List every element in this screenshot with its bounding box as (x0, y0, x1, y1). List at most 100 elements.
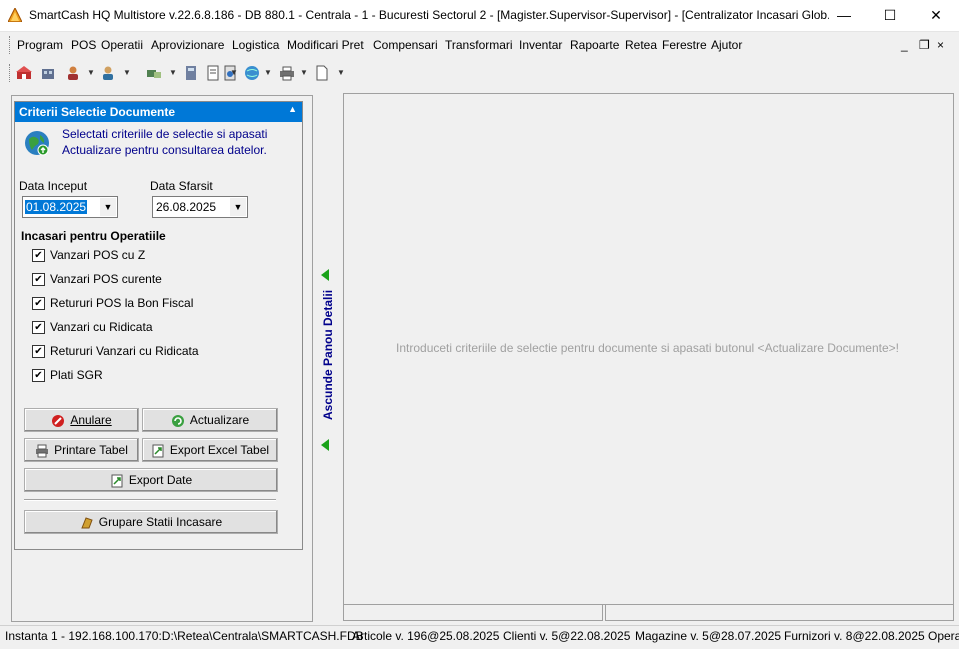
operations-section-title: Incasari pentru Operatiile (21, 229, 166, 243)
export-data-button[interactable]: Export Date (24, 468, 278, 492)
client-dropdown-icon[interactable]: ▼ (87, 68, 95, 77)
menu-aprovizionare[interactable]: Aprovizionare (151, 38, 224, 52)
print-icon (36, 444, 49, 458)
status-articole: Articole v. 196@25.08.2025 (352, 629, 500, 643)
menu-ajutor[interactable]: Ajutor (711, 38, 742, 52)
refresh-icon (171, 414, 184, 427)
menu-logistica[interactable]: Logistica (232, 38, 279, 52)
supplier-icon[interactable] (100, 65, 116, 81)
export-excel-button-label: Export Excel Tabel (169, 443, 270, 457)
cancel-icon (52, 414, 65, 427)
end-date-dropdown-icon[interactable]: ▼ (230, 198, 246, 216)
page-dropdown-icon[interactable]: ▼ (337, 68, 345, 77)
mdi-close-button[interactable]: × (937, 38, 944, 52)
footer-cell-right (605, 604, 954, 621)
start-date-value[interactable]: 01.08.2025 (25, 200, 88, 214)
network-dropdown-icon[interactable]: ▼ (264, 68, 272, 77)
info-line-1: Selectati criteriile de selectie si apas… (62, 127, 268, 141)
mdi-restore-button[interactable]: ❐ (919, 38, 930, 52)
collapse-arrow-icon-bottom[interactable] (321, 439, 329, 451)
close-button[interactable]: ✕ (913, 0, 959, 31)
store-icon[interactable] (16, 65, 32, 81)
end-date-value[interactable]: 26.08.2025 (155, 200, 217, 214)
checkbox-vanzari-pos-curente[interactable]: ✔ (32, 273, 45, 286)
refresh-button[interactable]: Actualizare (142, 408, 278, 432)
checkbox-label-vanzari-ridicata[interactable]: Vanzari cu Ridicata (50, 320, 153, 334)
menu-ferestre[interactable]: Ferestre (662, 38, 707, 52)
cancel-button[interactable]: Anulare (24, 408, 139, 432)
network-globe-icon[interactable] (244, 65, 260, 81)
checkbox-label-vanzari-pos-curente[interactable]: Vanzari POS curente (50, 272, 162, 286)
supplier-dropdown-icon[interactable]: ▼ (123, 68, 131, 77)
checkbox-retururi-ridicata[interactable]: ✔ (32, 345, 45, 358)
footer-cell-left (343, 604, 603, 621)
app-icon (8, 8, 22, 22)
toolbar-grip[interactable] (9, 64, 12, 82)
print-table-button-label: Printare Tabel (54, 443, 128, 457)
export-excel-button[interactable]: Export Excel Tabel (142, 438, 278, 462)
empty-state-message: Introduceti criteriile de selectie pentr… (396, 341, 899, 355)
globe-icon (25, 131, 49, 156)
title-bar: SmartCash HQ Multistore v.22.6.8.186 - D… (0, 0, 959, 32)
menu-transformari[interactable]: Transformari (445, 38, 513, 52)
window-title: SmartCash HQ Multistore v.22.6.8.186 - D… (29, 8, 829, 22)
menu-operatii[interactable]: Operatii (101, 38, 143, 52)
info-line-2: Actualizare pentru consultarea datelor. (62, 143, 267, 157)
menu-program[interactable]: Program (17, 38, 63, 52)
group-stations-button[interactable]: Grupare Statii Incasare (24, 510, 278, 534)
group-stations-icon (81, 517, 93, 529)
report-dropdown-icon[interactable]: ▼ (230, 68, 238, 77)
start-date-picker[interactable]: 01.08.2025 ▼ (22, 196, 118, 218)
page-icon[interactable] (314, 65, 330, 81)
toolbar (0, 58, 959, 88)
menu-rapoarte[interactable]: Rapoarte (570, 38, 619, 52)
menu-compensari[interactable]: Compensari (373, 38, 438, 52)
hide-details-label[interactable]: Ascunde Panou Detalii (321, 290, 335, 420)
maximize-button[interactable]: ☐ (867, 0, 913, 31)
collapse-icon[interactable]: ▲ (288, 104, 297, 114)
checkbox-vanzari-ridicata[interactable]: ✔ (32, 321, 45, 334)
minimize-button[interactable]: — (821, 0, 867, 31)
checkbox-label-vanzari-pos-z[interactable]: Vanzari POS cu Z (50, 248, 145, 262)
end-date-label: Data Sfarsit (150, 179, 213, 193)
group-stations-button-label: Grupare Statii Incasare (98, 515, 223, 529)
excel-export-icon (152, 444, 164, 458)
calculator-icon[interactable] (183, 65, 199, 81)
refresh-button-label: Actualizare (189, 413, 250, 427)
status-instance: Instanta 1 - 192.168.100.170:D:\Retea\Ce… (5, 629, 364, 643)
transfer-icon[interactable] (146, 65, 162, 81)
checkbox-label-plati-sgr[interactable]: Plati SGR (50, 368, 103, 382)
menu-retea[interactable]: Retea (625, 38, 657, 52)
collapse-arrow-icon[interactable] (321, 269, 329, 281)
button-separator (24, 499, 276, 501)
criteria-header-title: Criterii Selectie Documente (19, 105, 176, 119)
print-table-button[interactable]: Printare Tabel (24, 438, 139, 462)
menu-inventar[interactable]: Inventar (519, 38, 562, 52)
checkbox-vanzari-pos-z[interactable]: ✔ (32, 249, 45, 262)
end-date-picker[interactable]: 26.08.2025 ▼ (152, 196, 248, 218)
printer-icon[interactable] (279, 65, 295, 81)
checkbox-label-retururi-ridicata[interactable]: Retururi Vanzari cu Ridicata (50, 344, 199, 358)
client-icon[interactable] (65, 65, 81, 81)
export-data-icon (111, 474, 123, 488)
warehouse-icon[interactable] (40, 65, 56, 81)
menu-modificari-pret[interactable]: Modificari Pret (287, 38, 364, 52)
checkbox-plati-sgr[interactable]: ✔ (32, 369, 45, 382)
mdi-minimize-button[interactable]: _ (901, 38, 908, 52)
menu-grip[interactable] (9, 36, 12, 54)
export-data-button-label: Export Date (128, 473, 193, 487)
menu-pos[interactable]: POS (71, 38, 96, 52)
printer-dropdown-icon[interactable]: ▼ (300, 68, 308, 77)
checkbox-retururi-pos[interactable]: ✔ (32, 297, 45, 310)
transfer-dropdown-icon[interactable]: ▼ (169, 68, 177, 77)
checkbox-label-retururi-pos[interactable]: Retururi POS la Bon Fiscal (50, 296, 193, 310)
status-furnizori: Furnizori v. 8@22.08.2025 (784, 629, 925, 643)
document-icon[interactable] (205, 65, 221, 81)
status-clienti: Clienti v. 5@22.08.2025 (503, 629, 631, 643)
cancel-button-label: Anulare (70, 413, 112, 427)
start-date-dropdown-icon[interactable]: ▼ (100, 198, 116, 216)
status-operatii: Opera (928, 629, 959, 643)
start-date-label: Data Inceput (19, 179, 88, 193)
status-magazine: Magazine v. 5@28.07.2025 (635, 629, 782, 643)
criteria-header[interactable]: Criterii Selectie Documente ▲ (15, 102, 302, 122)
